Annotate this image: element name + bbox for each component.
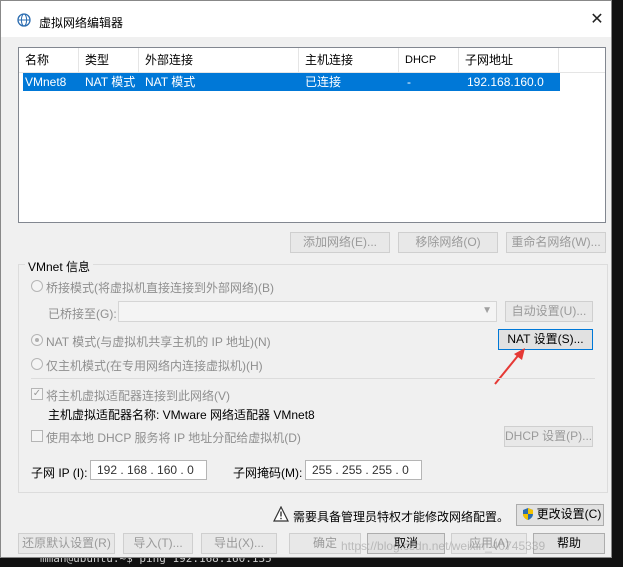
change-settings-label: 更改设置(C) [536,507,602,521]
watermark: https://blog.csdn.net/weixin_40745339 [341,539,546,553]
remove-network-button[interactable]: 移除网络(O) [398,232,498,253]
nat-mode-label: NAT 模式(与虚拟机共享主机的 IP 地址)(N) [46,335,271,349]
import-button[interactable]: 导入(T)... [123,533,193,554]
network-globe-icon [17,13,31,27]
column-header-external[interactable]: 外部连接 [139,48,299,72]
cell-external: NAT 模式 [145,75,196,89]
subnet-ip-label: 子网 IP (I): [31,466,88,480]
column-header-type[interactable]: 类型 [79,48,139,72]
bridged-to-label: 已桥接至(G): [48,307,117,321]
connect-adapter-checkbox[interactable]: ✓ [31,388,43,400]
host-only-radio[interactable] [31,358,43,370]
export-button[interactable]: 导出(X)... [201,533,277,554]
column-header-name[interactable]: 名称 [19,48,79,72]
cell-host: 已连接 [305,75,342,89]
table-row[interactable]: VMnet8 NAT 模式 NAT 模式 已连接 - 192.168.160.0 [23,73,560,91]
close-button[interactable]: ✕ [583,7,611,33]
chevron-down-icon: ▼ [482,305,492,316]
admin-warning-text: 需要具备管理员特权才能修改网络配置。 [293,510,510,524]
bridged-mode-label: 桥接模式(将虚拟机直接连接到外部网络)(B) [46,281,274,295]
cell-subnet: 192.168.160.0 [467,75,544,89]
change-settings-button[interactable]: 更改设置(C) [516,504,604,526]
restore-defaults-button[interactable]: 还原默认设置(R) [18,533,115,554]
virtual-network-editor-dialog: 虚拟网络编辑器 ✕ 名称 类型 外部连接 主机连接 DHCP 子网地址 VMne… [0,0,612,558]
uac-shield-icon [523,508,533,520]
dhcp-settings-button[interactable]: DHCP 设置(P)... [504,426,593,447]
dhcp-label: 使用本地 DHCP 服务将 IP 地址分配给虚拟机(D) [46,431,301,445]
cell-name: VMnet8 [25,75,67,89]
window-title: 虚拟网络编辑器 [39,16,124,30]
dhcp-checkbox[interactable] [31,430,43,442]
cell-dhcp: - [407,75,411,89]
connect-adapter-label: 将主机虚拟适配器连接到此网络(V) [46,389,230,403]
adapter-name-label: 主机虚拟适配器名称: VMware 网络适配器 VMnet8 [48,408,315,422]
cell-type: NAT 模式 [85,75,136,89]
terminal-background-strip [611,0,623,567]
network-list[interactable]: 名称 类型 外部连接 主机连接 DHCP 子网地址 VMnet8 NAT 模式 … [18,47,606,223]
bridged-to-select[interactable]: ▼ [118,301,497,322]
subnet-mask-input[interactable]: 255 . 255 . 255 . 0 [305,460,422,480]
auto-settings-button[interactable]: 自动设置(U)... [505,301,593,322]
host-only-label: 仅主机模式(在专用网络内连接虚拟机)(H) [46,359,263,373]
column-header-host[interactable]: 主机连接 [299,48,399,72]
red-arrow-annotation [494,348,525,385]
network-list-header: 名称 类型 外部连接 主机连接 DHCP 子网地址 [19,48,605,73]
column-header-subnet[interactable]: 子网地址 [459,48,559,72]
rename-network-button[interactable]: 重命名网络(W)... [506,232,606,253]
column-header-dhcp[interactable]: DHCP [399,48,459,72]
close-icon: ✕ [590,11,604,28]
bridged-mode-radio[interactable] [31,280,43,292]
separator [31,378,595,379]
add-network-button[interactable]: 添加网络(E)... [290,232,390,253]
title-bar: 虚拟网络编辑器 ✕ [1,1,611,37]
nat-mode-radio[interactable] [31,334,43,346]
subnet-mask-label: 子网掩码(M): [233,466,303,480]
vmnet-info-title: VMnet 信息 [25,258,94,275]
subnet-ip-input[interactable]: 192 . 168 . 160 . 0 [90,460,207,480]
warning-icon [273,506,289,522]
